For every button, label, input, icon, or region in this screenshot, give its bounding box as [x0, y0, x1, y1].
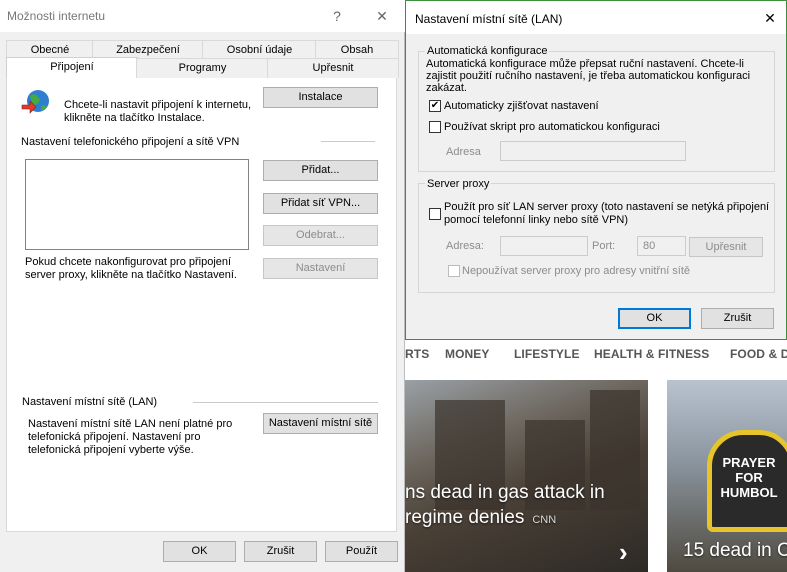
port-label: Port:	[592, 240, 616, 252]
bypass-local-checkbox[interactable]	[448, 265, 460, 277]
tab-privacy[interactable]: Osobní údaje	[202, 40, 317, 60]
proxy-group-title: Server proxy	[425, 178, 492, 190]
close-icon[interactable]: ✕	[755, 6, 785, 30]
news-headline: ns dead in gas attack in regime denies CN…	[405, 482, 605, 528]
proxy-advanced-button[interactable]: Upřesnit	[689, 237, 763, 257]
section-divider	[321, 141, 375, 142]
news-nav-item[interactable]: MONEY	[445, 347, 490, 361]
bypass-local-label: Nepoužívat server proxy pro adresy vnitř…	[462, 265, 691, 277]
tab-connections[interactable]: Připojení	[6, 57, 138, 78]
news-card[interactable]: PRAYER FOR HUMBOL 15 dead in C	[667, 380, 787, 572]
script-address-label: Adresa	[446, 146, 481, 158]
settings-button[interactable]: Nastavení	[263, 258, 378, 279]
setup-button[interactable]: Instalace	[263, 87, 378, 108]
cancel-button[interactable]: Zrušit	[701, 308, 774, 329]
lan-settings-dialog: Nastavení místní sítě (LAN) ✕ Automatick…	[405, 0, 787, 340]
help-icon[interactable]: ?	[322, 4, 352, 28]
lan-settings-button[interactable]: Nastavení místní sítě	[263, 413, 378, 434]
auto-detect-label: Automaticky zjišťovat nastavení	[444, 100, 599, 112]
add-connection-button[interactable]: Přidat...	[263, 160, 378, 181]
globe-network-icon	[20, 86, 54, 116]
dialup-section-heading: Nastavení telefonického připojení a sítě…	[21, 136, 240, 148]
apply-button[interactable]: Použít	[325, 541, 398, 562]
use-proxy-label: Použít pro síť LAN server proxy (toto na…	[444, 201, 770, 226]
window-title: Možnosti internetu	[7, 9, 106, 23]
sign-text: PRAYER FOR HUMBOL	[720, 455, 778, 500]
script-address-field[interactable]	[500, 141, 686, 161]
next-arrow-icon[interactable]: ›	[619, 537, 628, 568]
section-divider	[193, 402, 378, 403]
news-source: CNN	[532, 514, 557, 526]
internet-options-window: Možnosti internetu ? ✕ Obecné Zabezpečen…	[0, 0, 405, 572]
connection-list[interactable]	[25, 159, 249, 250]
title-bar: Nastavení místní sítě (LAN) ✕	[406, 1, 786, 34]
news-card[interactable]: ns dead in gas attack in regime denies CN…	[405, 380, 648, 572]
news-nav-item[interactable]: RTS	[405, 347, 429, 361]
tab-programs[interactable]: Programy	[136, 58, 269, 78]
tab-content[interactable]: Obsah	[315, 40, 399, 60]
news-nav-item[interactable]: LIFESTYLE	[514, 347, 580, 361]
use-script-checkbox[interactable]	[429, 121, 441, 133]
proxy-address-label: Adresa:	[446, 240, 484, 252]
dialog-title: Nastavení místní sítě (LAN)	[415, 12, 563, 26]
close-icon[interactable]: ✕	[367, 4, 397, 28]
auto-detect-checkbox[interactable]: ✔	[429, 100, 441, 112]
lan-section-heading: Nastavení místní sítě (LAN)	[22, 396, 158, 408]
proxy-address-field[interactable]	[500, 236, 588, 256]
remove-button[interactable]: Odebrat...	[263, 225, 378, 246]
use-script-label: Používat skript pro automatickou konfigu…	[444, 121, 660, 133]
ok-button[interactable]: OK	[618, 308, 691, 329]
auto-config-description: Automatická konfigurace může přepsat ruč…	[426, 58, 751, 94]
tab-advanced[interactable]: Upřesnit	[267, 58, 399, 78]
news-nav-item[interactable]: HEALTH & FITNESS	[594, 347, 709, 361]
title-bar: Možnosti internetu ? ✕	[0, 0, 405, 32]
news-nav-bar: RTS MONEY LIFESTYLE HEALTH & FITNESS FOO…	[405, 340, 787, 370]
proxy-hint-text: Pokud chcete nakonfigurovat pro připojen…	[25, 256, 237, 281]
ok-button[interactable]: OK	[163, 541, 236, 562]
use-proxy-checkbox[interactable]	[429, 208, 441, 220]
news-nav-item[interactable]: FOOD & D	[730, 347, 787, 361]
lan-info-text: Nastavení místní sítě LAN není platné pr…	[28, 418, 233, 456]
port-field[interactable]: 80	[637, 236, 686, 256]
cancel-button[interactable]: Zrušit	[244, 541, 317, 562]
auto-config-group-title: Automatická konfigurace	[425, 45, 550, 57]
add-vpn-button[interactable]: Přidat síť VPN...	[263, 193, 378, 214]
news-headline: 15 dead in C	[683, 540, 787, 561]
setup-text: Chcete-li nastavit připojení k internetu…	[64, 99, 252, 124]
